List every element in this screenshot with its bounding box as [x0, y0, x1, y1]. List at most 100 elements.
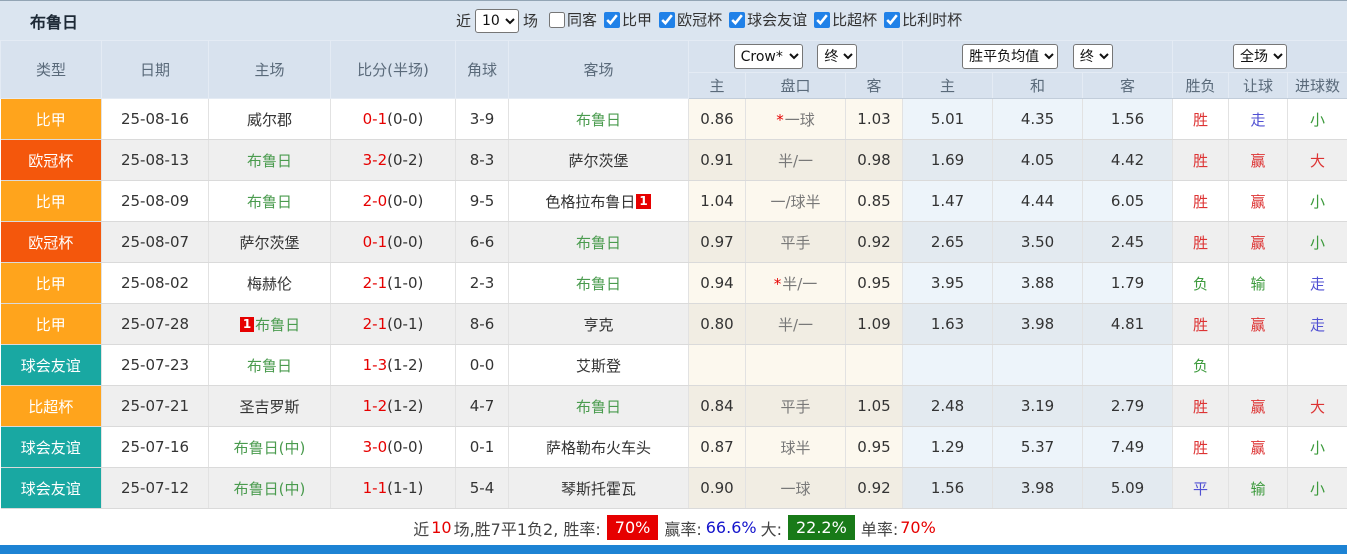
team-name: 萨格勒布火车头: [545, 438, 651, 457]
col-avg-away: 客: [1082, 72, 1174, 99]
summary-segment: 70%: [606, 515, 659, 540]
avg-away: 2.45: [1082, 221, 1174, 263]
filter-checkbox-1[interactable]: [604, 11, 621, 28]
filter-checkbox-2[interactable]: [659, 11, 676, 28]
avg-home: 1.56: [902, 467, 994, 509]
half-time-score: (1-0): [387, 274, 424, 292]
result-winloss: 平: [1172, 467, 1230, 509]
avg-home: 1.69: [902, 139, 994, 181]
match-date: 25-07-16: [101, 426, 209, 468]
filter-checkbox-5[interactable]: [884, 11, 901, 28]
team-name: 萨尔茨堡: [568, 151, 629, 170]
score-cell: 0-1(0-0): [330, 221, 456, 263]
crown-away-odds: 0.95: [844, 426, 904, 468]
corners: 2-3: [455, 262, 509, 304]
result-handicap: 赢: [1228, 139, 1289, 181]
corners: 9-5: [455, 180, 509, 222]
summary-segment: 10: [431, 518, 452, 537]
filter-比超杯: 比超杯: [814, 9, 877, 30]
avg-type-select[interactable]: 胜平负均值: [962, 44, 1059, 69]
league-badge: 欧冠杯: [0, 139, 102, 181]
filter-label: 比利时杯: [902, 11, 963, 30]
score-cell: 2-1(0-1): [330, 303, 456, 345]
col-away: 客场: [508, 40, 689, 99]
col-crown-home: 主: [688, 72, 746, 99]
recent-label: 近: [456, 12, 472, 30]
recent-count-select[interactable]: 10: [475, 8, 520, 33]
team-name: 亨克: [583, 315, 614, 334]
team-name: 布鲁日: [575, 274, 621, 293]
match-row: 欧冠杯 25-08-13 布鲁日 3-2(0-2) 8-3 萨尔茨堡 0.91 半/一 0.98…: [0, 139, 1347, 181]
full-time-score: 2-1: [362, 315, 388, 333]
crown-odds-group: Crow* 终: [687, 40, 904, 73]
summary-segment: 22.2%: [787, 515, 855, 540]
filter-label: 比超杯: [832, 11, 878, 30]
full-time-score: 3-2: [362, 151, 388, 169]
top-filter-bar: 布鲁日 近 10 场 同客 比甲 欧冠杯 球会友谊 比超杯 比利时杯: [0, 1, 1347, 40]
half-time-score: (0-0): [387, 110, 424, 128]
result-goals: 小: [1287, 467, 1347, 509]
summary-line: 近 10 场,胜7平1负2, 胜率: 70% 赢率: 66.6% 大: 22.2% 单率: 70%: [0, 509, 1347, 546]
col-home: 主场: [208, 40, 331, 99]
avg-home: 2.65: [902, 221, 994, 263]
result-goals: [1287, 344, 1347, 386]
red-card-badge: 1: [636, 193, 651, 209]
result-scope-select[interactable]: 全场: [1233, 44, 1288, 69]
crown-home-odds: 0.87: [688, 426, 746, 468]
away-team: 萨尔茨堡: [508, 139, 689, 181]
team-name: 布鲁日(中): [233, 479, 306, 498]
avg-home: 1.29: [902, 426, 994, 468]
odds-company-select[interactable]: Crow*: [733, 44, 803, 69]
corners: 8-6: [455, 303, 509, 345]
filter-checkbox-3[interactable]: [729, 11, 746, 28]
full-time-score: 1-3: [362, 356, 388, 374]
col-crown-away: 客: [844, 72, 904, 99]
avg-draw: 3.88: [992, 262, 1084, 304]
half-time-score: (0-0): [387, 438, 424, 456]
league-badge: 比超杯: [0, 385, 102, 427]
result-goals: 小: [1287, 426, 1347, 468]
crown-handicap: 半/一: [745, 139, 846, 181]
crown-home-odds: 0.94: [688, 262, 746, 304]
red-card-badge: 1: [239, 316, 255, 332]
away-team: 布鲁日: [508, 98, 689, 140]
avg-draw: 4.44: [992, 180, 1084, 222]
half-time-score: (0-2): [387, 151, 424, 169]
avg-home: 3.95: [902, 262, 994, 304]
crown-home-odds: [688, 344, 746, 386]
summary-segment: 70%: [900, 518, 936, 537]
avg-draw: 4.05: [992, 139, 1084, 181]
corners: 6-6: [455, 221, 509, 263]
away-team: 亨克: [508, 303, 689, 345]
filter-checkbox-4[interactable]: [814, 11, 831, 28]
result-handicap: 赢: [1228, 221, 1289, 263]
match-row: 比甲 25-08-09 布鲁日 2-0(0-0) 9-5 色格拉布鲁日 1 1.04 一/球半 0…: [0, 180, 1347, 222]
crown-handicap: 球半: [745, 426, 846, 468]
avg-draw: 3.98: [992, 303, 1084, 345]
filter-checkbox-0[interactable]: [549, 11, 566, 28]
filter-球会友谊: 球会友谊: [729, 9, 807, 30]
avg-home: 5.01: [902, 98, 994, 140]
avg-final-select[interactable]: 终: [1072, 44, 1113, 69]
result-handicap: 赢: [1228, 303, 1289, 345]
crown-home-odds: 0.90: [688, 467, 746, 509]
result-goals: 走: [1287, 262, 1347, 304]
full-time-score: 1-2: [362, 397, 388, 415]
match-row: 欧冠杯 25-08-07 萨尔茨堡 0-1(0-0) 6-6 布鲁日 0.97 平手 0.92 2…: [0, 221, 1347, 263]
avg-home: 2.48: [902, 385, 994, 427]
team-name: 布鲁日: [246, 356, 292, 375]
bottom-accent-strip: [0, 545, 1347, 554]
filter-controls: 近 10 场 同客 比甲 欧冠杯 球会友谊 比超杯 比利时杯: [452, 1, 962, 40]
crown-home-odds: 0.84: [688, 385, 746, 427]
crown-away-odds: 1.03: [844, 98, 904, 140]
team-name: 布鲁日: [246, 151, 292, 170]
match-row: 球会友谊 25-07-23 布鲁日 1-3(1-2) 0-0 艾斯登负: [0, 344, 1347, 386]
full-time-score: 1-1: [362, 479, 388, 497]
league-badge: 比甲: [0, 98, 102, 140]
full-time-score: 3-0: [362, 438, 388, 456]
home-team: 萨尔茨堡: [208, 221, 331, 263]
odds-final-select[interactable]: 终: [817, 44, 858, 69]
match-date: 25-08-13: [101, 139, 209, 181]
avg-draw: 4.35: [992, 98, 1084, 140]
home-team: 1 布鲁日: [208, 303, 331, 345]
